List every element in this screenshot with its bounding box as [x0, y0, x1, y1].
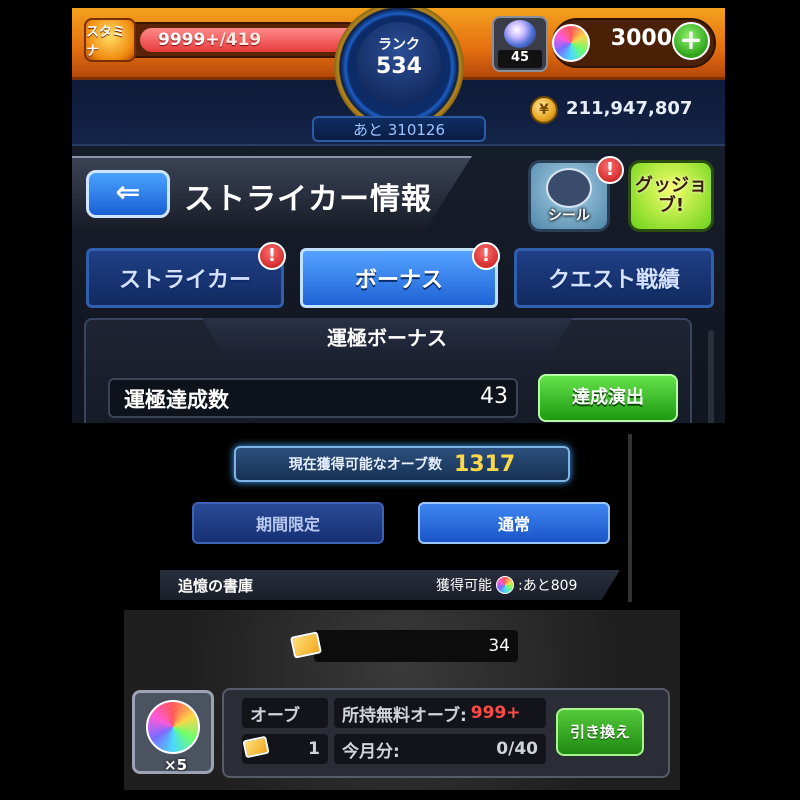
tab-bonus-label: ボーナス: [354, 268, 443, 293]
ticket-count: 34: [488, 636, 510, 656]
item-capsule-icon: [504, 20, 536, 48]
next-rank-text: あと 310126: [352, 120, 446, 139]
stamina-max: /419: [219, 30, 262, 50]
month-value: 0/40: [496, 739, 538, 759]
library-remaining: :あと809: [518, 578, 578, 594]
free-orbs-label: 所持無料オーブ:: [342, 705, 467, 726]
add-orb-button[interactable]: +: [672, 22, 710, 60]
tab-striker-label: ストライカー: [118, 268, 251, 293]
exchange-button[interactable]: 引き換え: [556, 708, 644, 756]
tab-striker[interactable]: ストライカー: [86, 248, 284, 308]
orb-available-value: 1317: [453, 451, 516, 477]
alert-icon: !: [258, 242, 286, 270]
tab-bonus[interactable]: ボーナス: [300, 248, 498, 308]
next-rank-pill: あと 310126: [312, 116, 486, 142]
good-job-label: グッジョブ!: [635, 175, 707, 216]
coin-icon: ¥: [530, 96, 558, 124]
tab-normal[interactable]: 通常: [418, 502, 610, 544]
free-orbs-cell: 所持無料オーブ: 999+: [334, 698, 546, 728]
seal-dragon-icon: [546, 168, 592, 208]
stamina-icon: スタミナ: [84, 18, 136, 62]
luck-max-value: 43: [480, 384, 508, 409]
good-job-button[interactable]: グッジョブ!: [628, 160, 714, 232]
orb-icon: [496, 576, 514, 594]
rank-label: ランク: [378, 37, 420, 53]
month-label: 今月分:: [342, 741, 400, 762]
library-obtainable-label: 獲得可能: [436, 578, 492, 594]
seal-label: シール: [548, 208, 590, 224]
achievement-effect-button[interactable]: 達成演出: [538, 374, 678, 422]
orb-icon: [552, 24, 590, 62]
tab-quest-record-label: クエスト戦績: [547, 268, 680, 293]
back-button[interactable]: ⇐: [86, 170, 170, 218]
tab-quest-record[interactable]: クエスト戦績: [514, 248, 714, 308]
stamina-bar: 9999+/419: [140, 28, 360, 52]
month-cell: 今月分: 0/40: [334, 734, 546, 764]
orb-multiplier: ×5: [164, 756, 188, 774]
plus-icon: +: [679, 23, 703, 56]
orb-available-banner: 現在獲得可能なオーブ数 1317: [234, 446, 570, 482]
alert-icon: !: [472, 242, 500, 270]
ticket-owned: 1: [308, 739, 320, 759]
coin-count: 211,947,807: [566, 98, 693, 119]
orb-count: 3000: [610, 26, 672, 51]
luck-max-label: 運極達成数: [124, 388, 229, 412]
library-title: 追憶の書庫: [178, 577, 254, 595]
striker-info-panel: 9999+/419 スタミナ ランク 534 あと 310126 45 3000…: [72, 8, 725, 423]
scrollbar[interactable]: [708, 330, 714, 423]
orb-label: オーブ: [242, 698, 328, 728]
back-arrow-icon: ⇐: [115, 175, 141, 210]
tab-limited[interactable]: 期間限定: [192, 502, 384, 544]
orb-exchange-panel: 34 ×5 オーブ 1 所持無料オーブ: 999+ 今月分: 0/40 引き換え: [124, 610, 680, 790]
section-header: 運極ボーナス: [202, 318, 572, 358]
alert-icon: !: [596, 156, 624, 184]
stamina-value: 9999+: [158, 30, 220, 50]
rank-value: 534: [376, 54, 422, 79]
item-count: 45: [498, 50, 542, 68]
scrollbar[interactable]: [628, 434, 632, 602]
page-title: ストライカー情報: [184, 182, 432, 217]
orb-availability-panel: 現在獲得可能なオーブ数 1317 期間限定 通常 追憶の書庫 獲得可能 :あと8…: [160, 434, 635, 602]
free-orbs-value: 999+: [470, 703, 521, 723]
orb-icon: [146, 700, 200, 754]
library-obtainable: 獲得可能 :あと809: [436, 575, 577, 595]
orb-available-label: 現在獲得可能なオーブ数: [288, 457, 442, 473]
